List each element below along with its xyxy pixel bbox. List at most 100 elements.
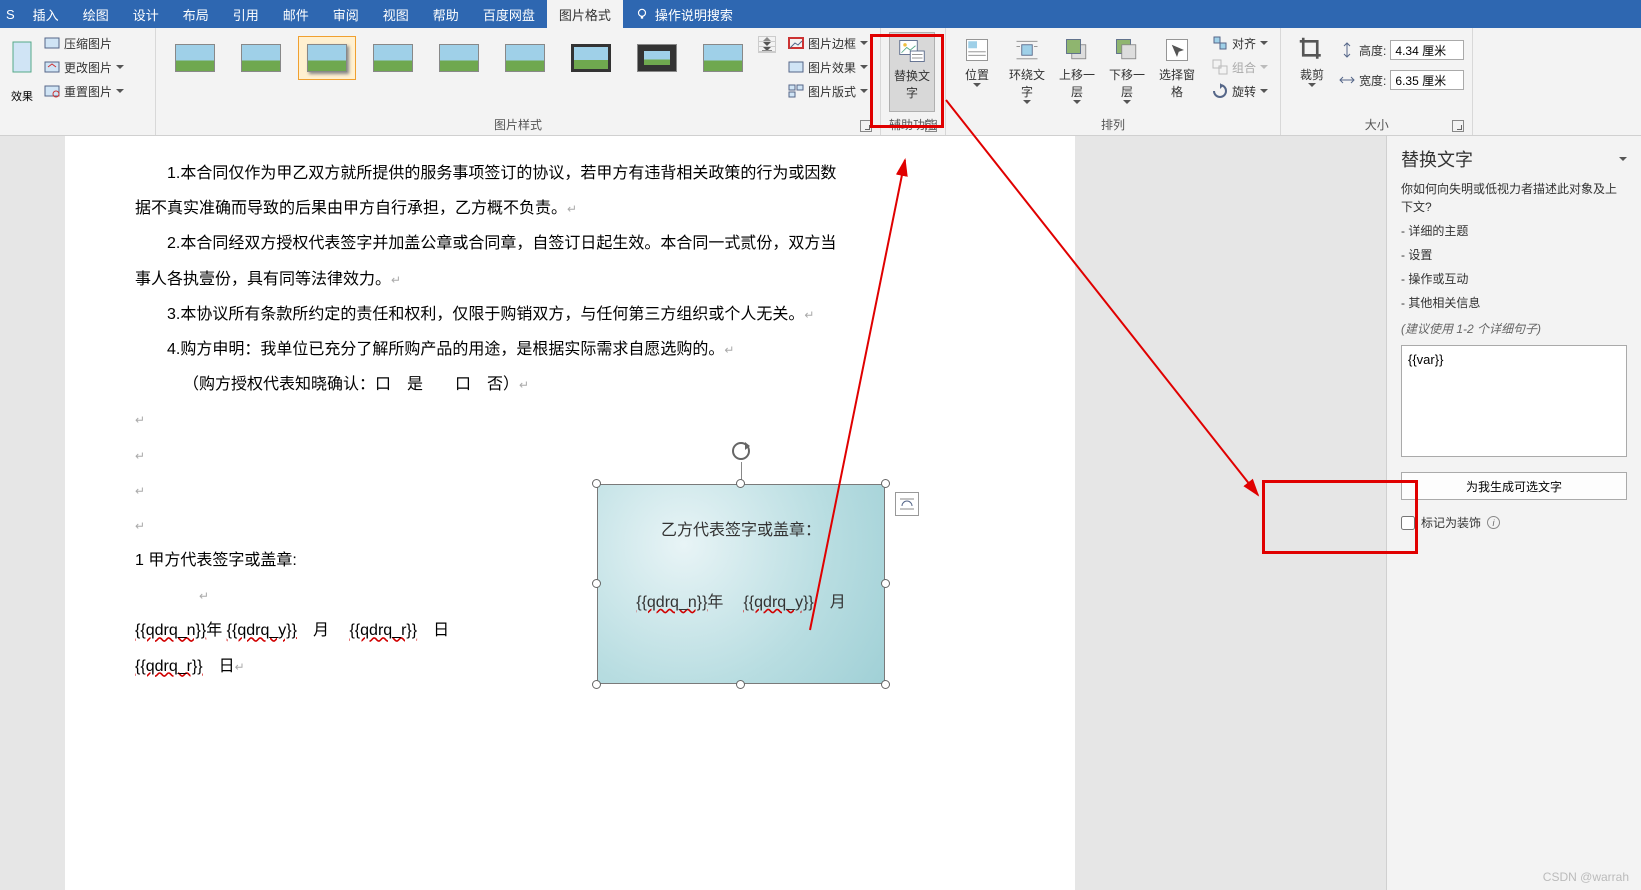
date-a-n: {{qdrq_n}} bbox=[135, 622, 206, 639]
generate-alt-text-button[interactable]: 为我生成可选文字 bbox=[1401, 472, 1627, 500]
resize-handle-sw[interactable] bbox=[592, 680, 601, 689]
group-icon bbox=[1212, 59, 1228, 75]
tab-insert[interactable]: 插入 bbox=[21, 0, 71, 28]
resize-handle-nw[interactable] bbox=[592, 479, 601, 488]
alt-text-input[interactable]: {{var}} bbox=[1401, 345, 1627, 457]
tell-me-label: 操作说明搜索 bbox=[655, 5, 733, 24]
tab-review[interactable]: 审阅 bbox=[321, 0, 371, 28]
layout-options-button[interactable] bbox=[895, 492, 919, 516]
tab-baidu[interactable]: 百度网盘 bbox=[471, 0, 547, 28]
alt-text-bullet-3: - 操作或互动 bbox=[1401, 270, 1627, 288]
height-input[interactable] bbox=[1390, 40, 1464, 60]
resize-handle-e[interactable] bbox=[881, 579, 890, 588]
alt-text-question: 你如何向失明或低视力者描述此对象及上下文? bbox=[1401, 180, 1627, 216]
alt-text-bullet-2: - 设置 bbox=[1401, 246, 1627, 264]
lightbulb-icon bbox=[635, 7, 649, 21]
height-field: 高度: bbox=[1339, 40, 1464, 60]
tab-view[interactable]: 视图 bbox=[371, 0, 421, 28]
watermark: CSDN @warrah bbox=[1543, 870, 1629, 884]
position-button[interactable]: 位置 bbox=[954, 32, 1000, 112]
selection-pane-button[interactable]: 选择窗格 bbox=[1154, 32, 1200, 112]
tab-draw[interactable]: 绘图 bbox=[71, 0, 121, 28]
style-thumb-3[interactable] bbox=[298, 36, 356, 80]
selected-image[interactable]: 乙方代表签字或盖章： {{qdrq_n}}年 {{qdrq_y}} 月 bbox=[597, 484, 885, 684]
align-icon bbox=[1212, 35, 1228, 51]
resize-handle-s[interactable] bbox=[736, 680, 745, 689]
document-page[interactable]: 1.本合同仅作为甲乙双方就所提供的服务事项签订的协议，若甲方有违背相关政策的行为… bbox=[65, 136, 1075, 890]
crop-icon bbox=[1298, 36, 1326, 64]
size-group-label: 大小 bbox=[1365, 118, 1389, 132]
picture-border-button[interactable]: 图片边框 bbox=[784, 32, 872, 54]
width-field: 宽度: bbox=[1339, 70, 1464, 90]
rotate-handle[interactable] bbox=[732, 442, 750, 460]
accessibility-dialog-launcher[interactable] bbox=[925, 120, 937, 132]
style-thumb-5[interactable] bbox=[430, 36, 488, 80]
group-button[interactable]: 组合 bbox=[1208, 56, 1272, 78]
alt-text-bullet-1: - 详细的主题 bbox=[1401, 222, 1627, 240]
effects-label: 效果 bbox=[11, 88, 33, 104]
position-icon bbox=[963, 36, 991, 64]
crop-button[interactable]: 裁剪 bbox=[1289, 32, 1335, 112]
picture-effects-button[interactable]: 图片效果 bbox=[784, 56, 872, 78]
rotate-icon bbox=[1212, 83, 1228, 99]
mark-decorative-label: 标记为装饰 bbox=[1421, 514, 1481, 531]
para-2a: 2.本合同经双方授权代表签字并加盖公章或合同章，自签订日起生效。本合同一式贰份，… bbox=[167, 235, 836, 252]
bring-forward-icon bbox=[1063, 36, 1091, 64]
send-backward-button[interactable]: 下移一层 bbox=[1104, 32, 1150, 112]
style-thumb-1[interactable] bbox=[166, 36, 224, 80]
styles-group-label: 图片样式 bbox=[494, 118, 542, 132]
bring-forward-button[interactable]: 上移一层 bbox=[1054, 32, 1100, 112]
date-a-y: {{qdrq_y}} bbox=[227, 622, 297, 639]
picture-layout-button[interactable]: 图片版式 bbox=[784, 80, 872, 102]
tab-picture-format[interactable]: 图片格式 bbox=[547, 0, 623, 28]
gallery-scroll bbox=[758, 36, 776, 53]
style-thumb-4[interactable] bbox=[364, 36, 422, 80]
alt-text-bullet-4: - 其他相关信息 bbox=[1401, 294, 1627, 312]
change-picture-button[interactable]: 更改图片 bbox=[40, 56, 128, 78]
height-icon bbox=[1339, 42, 1355, 58]
tab-references[interactable]: 引用 bbox=[221, 0, 271, 28]
resize-handle-ne[interactable] bbox=[881, 479, 890, 488]
style-thumb-2[interactable] bbox=[232, 36, 290, 80]
ribbon: 效果 压缩图片 更改图片 重置图片 bbox=[0, 28, 1641, 136]
wrap-text-button[interactable]: 环绕文字 bbox=[1004, 32, 1050, 112]
tab-help[interactable]: 帮助 bbox=[421, 0, 471, 28]
gallery-expand-button[interactable] bbox=[759, 47, 775, 52]
date-a-r: {{qdrq_r}} bbox=[349, 622, 417, 639]
width-input[interactable] bbox=[1390, 70, 1464, 90]
alt-text-button[interactable]: 替换文字 bbox=[889, 32, 935, 112]
align-button[interactable]: 对齐 bbox=[1208, 32, 1272, 54]
style-thumb-9[interactable] bbox=[694, 36, 752, 80]
tell-me-search[interactable]: 操作说明搜索 bbox=[623, 5, 745, 24]
width-label: 宽度: bbox=[1359, 72, 1386, 89]
styles-dialog-launcher[interactable] bbox=[860, 120, 872, 132]
style-thumb-8[interactable] bbox=[628, 36, 686, 80]
tab-layout[interactable]: 布局 bbox=[171, 0, 221, 28]
reset-picture-button[interactable]: 重置图片 bbox=[40, 80, 128, 102]
resize-handle-w[interactable] bbox=[592, 579, 601, 588]
arrange-group-label: 排列 bbox=[1101, 118, 1125, 132]
picture-border-icon bbox=[788, 35, 804, 51]
width-icon bbox=[1339, 72, 1355, 88]
reset-picture-icon bbox=[44, 83, 60, 99]
style-thumb-6[interactable] bbox=[496, 36, 554, 80]
para-1a: 1.本合同仅作为甲乙双方就所提供的服务事项签订的协议，若甲方有违背相关政策的行为… bbox=[167, 165, 836, 182]
rotate-button[interactable]: 旋转 bbox=[1208, 80, 1272, 102]
resize-handle-se[interactable] bbox=[881, 680, 890, 689]
size-dialog-launcher[interactable] bbox=[1452, 120, 1464, 132]
resize-handle-n[interactable] bbox=[736, 479, 745, 488]
style-thumb-7[interactable] bbox=[562, 36, 620, 80]
wrap-text-icon bbox=[1013, 36, 1041, 64]
tab-mailings[interactable]: 邮件 bbox=[271, 0, 321, 28]
mark-decorative-input[interactable] bbox=[1401, 516, 1415, 530]
compress-picture-button[interactable]: 压缩图片 bbox=[40, 32, 128, 54]
alt-text-expand-icon[interactable] bbox=[1619, 157, 1627, 161]
info-icon[interactable]: i bbox=[1487, 516, 1500, 529]
picture-layout-icon bbox=[788, 83, 804, 99]
alt-text-hint: (建议使用 1-2 个详细句子) bbox=[1401, 320, 1627, 337]
date-b-n: {{qdrq_n}} bbox=[636, 594, 707, 611]
tab-design[interactable]: 设计 bbox=[121, 0, 171, 28]
para-4: 4.购方申明：我单位已充分了解所购产品的用途，是根据实际需求自愿选购的。 bbox=[167, 341, 724, 358]
tab-stub[interactable]: S bbox=[0, 0, 21, 28]
mark-decorative-checkbox[interactable]: 标记为装饰 i bbox=[1401, 514, 1627, 531]
